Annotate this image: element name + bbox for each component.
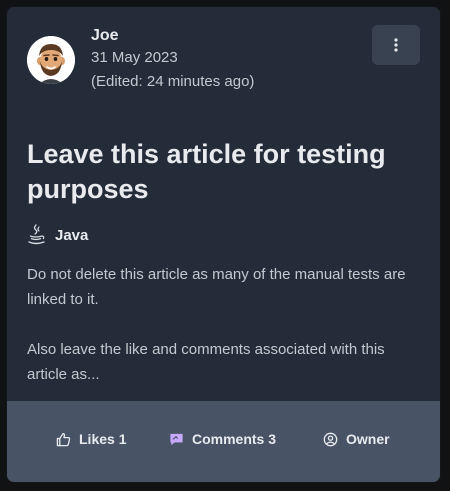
- like-button[interactable]: Likes 1: [56, 431, 126, 447]
- post-date: 31 May 2023: [91, 49, 178, 66]
- owner-label: Owner: [346, 431, 390, 447]
- author-name[interactable]: Joe: [91, 27, 119, 45]
- article-title[interactable]: Leave this article for testing purposes: [27, 137, 427, 207]
- more-vertical-icon: [394, 38, 398, 52]
- article-header: Joe 31 May 2023 (Edited: 24 minutes ago): [7, 7, 440, 117]
- java-coffee-icon: [28, 224, 45, 245]
- more-options-button[interactable]: [372, 25, 420, 65]
- article-excerpt: Do not delete this article as many of th…: [27, 262, 427, 387]
- language-label: Java: [55, 226, 89, 244]
- excerpt-paragraph: Do not delete this article as many of th…: [27, 266, 406, 308]
- memoji-avatar-icon: [27, 36, 75, 84]
- user-circle-icon: [323, 432, 338, 446]
- owner-button[interactable]: Owner: [323, 431, 390, 447]
- thumbs-up-icon: [56, 432, 71, 446]
- article-card: Joe 31 May 2023 (Edited: 24 minutes ago)…: [7, 7, 440, 482]
- comments-button[interactable]: Comments 3: [169, 431, 276, 447]
- likes-label: Likes 1: [79, 431, 127, 447]
- language-tag[interactable]: Java: [27, 224, 88, 246]
- comment-icon: [170, 433, 183, 445]
- article-actions-bar: Likes 1 Comments 3 Owner: [7, 401, 440, 482]
- avatar[interactable]: [27, 36, 75, 84]
- edited-timestamp: (Edited: 24 minutes ago): [91, 73, 255, 90]
- excerpt-paragraph: Also leave the like and comments associa…: [27, 341, 385, 383]
- comments-label: Comments 3: [192, 431, 277, 447]
